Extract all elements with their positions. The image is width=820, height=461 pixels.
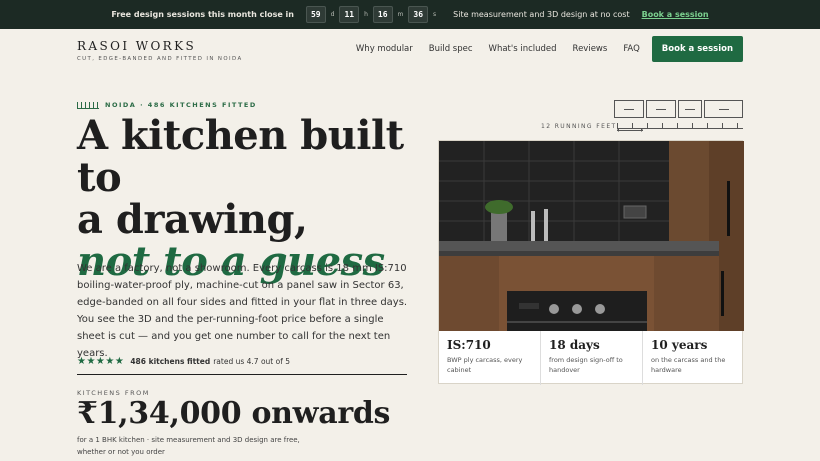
- stat-desc: BWP ply carcass, every cabinet: [447, 356, 523, 374]
- nav-reviews[interactable]: Reviews: [573, 44, 608, 54]
- cabinet-unit: [646, 100, 676, 118]
- countdown-seconds: 36: [408, 6, 429, 23]
- stats-row: IS:710 BWP ply carcass, every cabinet 18…: [439, 331, 744, 385]
- promo-text: Free design sessions this month close in: [111, 10, 294, 19]
- stat-desc: on the carcass and the hardware: [651, 356, 726, 374]
- countdown-hours-unit: h: [364, 11, 368, 18]
- measure-scale: [617, 123, 743, 129]
- announcement-bar: Free design sessions this month close in…: [0, 0, 820, 29]
- brand-tagline: Cut, edge-banded and fitted in Noida: [77, 56, 243, 62]
- price-value: ₹1,34,000 onwards: [77, 396, 391, 431]
- headline-line-2: a drawing,: [77, 196, 308, 243]
- stat-item: 10 years on the carcass and the hardware: [643, 331, 744, 385]
- nav-faq[interactable]: FAQ: [623, 44, 639, 54]
- countdown-hours: 11: [339, 6, 360, 23]
- cabinet-units: [614, 100, 745, 118]
- running-feet-label: 12 running feet: [541, 123, 617, 130]
- brand-name: RASOI WORKS: [77, 39, 197, 53]
- topbar-book-link[interactable]: Book a session: [642, 10, 709, 19]
- rating-count: 486 kitchens fitted: [130, 357, 211, 366]
- nav-why-modular[interactable]: Why modular: [356, 44, 413, 54]
- cabinet-unit: [704, 100, 743, 118]
- nav-whats-included[interactable]: What's included: [489, 44, 557, 54]
- headline-line-1: A kitchen built to: [77, 112, 404, 201]
- hero-headline: A kitchen built to a drawing, not to a g…: [77, 115, 437, 283]
- measure-arrow-icon: [617, 128, 643, 132]
- countdown-timer: 59 d 11 h 16 m 36 s: [304, 6, 439, 23]
- price-note: for a 1 BHK kitchen · site measurement a…: [77, 436, 300, 456]
- cabinet-unit: [614, 100, 644, 118]
- nav-build-spec[interactable]: Build spec: [429, 44, 473, 54]
- countdown-days: 59: [305, 6, 326, 23]
- rating-summary: ★★★★★ 486 kitchens fitted rated us 4.7 o…: [77, 356, 290, 367]
- kitchen-photo: [439, 141, 744, 331]
- countdown-minutes: 16: [372, 6, 393, 23]
- brand-logo[interactable]: RASOI WORKS Cut, edge-banded and fitted …: [77, 39, 243, 62]
- eyebrow-text: Noida · 486 kitchens fitted: [105, 101, 257, 109]
- stat-value: 10 years: [651, 338, 708, 352]
- countdown-seconds-unit: s: [433, 11, 437, 18]
- running-feet-diagram: 12 running feet: [541, 100, 743, 134]
- promo-note: Site measurement and 3D design at no cos…: [453, 10, 630, 19]
- countdown-minutes-unit: m: [397, 11, 404, 18]
- hero-eyebrow: Noida · 486 kitchens fitted: [77, 101, 257, 109]
- countdown-days-unit: d: [330, 11, 335, 18]
- kitchen-card: IS:710 BWP ply carcass, every cabinet 18…: [438, 140, 744, 385]
- divider: [77, 374, 407, 375]
- star-rating-icon: ★★★★★: [77, 356, 125, 367]
- stat-value: 18 days: [549, 338, 600, 352]
- book-session-button[interactable]: Book a session: [651, 36, 743, 62]
- stat-item: IS:710 BWP ply carcass, every cabinet: [439, 331, 541, 385]
- hero-lede: We are a factory, not a showroom. Every …: [77, 263, 408, 359]
- cabinet-unit: [678, 100, 702, 118]
- stat-value: IS:710: [447, 338, 491, 352]
- main-nav: Why modular Build spec What's included R…: [340, 36, 743, 62]
- rating-text: rated us 4.7 out of 5: [213, 357, 291, 366]
- stat-desc: from design sign-off to handover: [549, 356, 623, 374]
- stat-item: 18 days from design sign-off to handover: [541, 331, 643, 385]
- ruler-icon: [77, 101, 99, 109]
